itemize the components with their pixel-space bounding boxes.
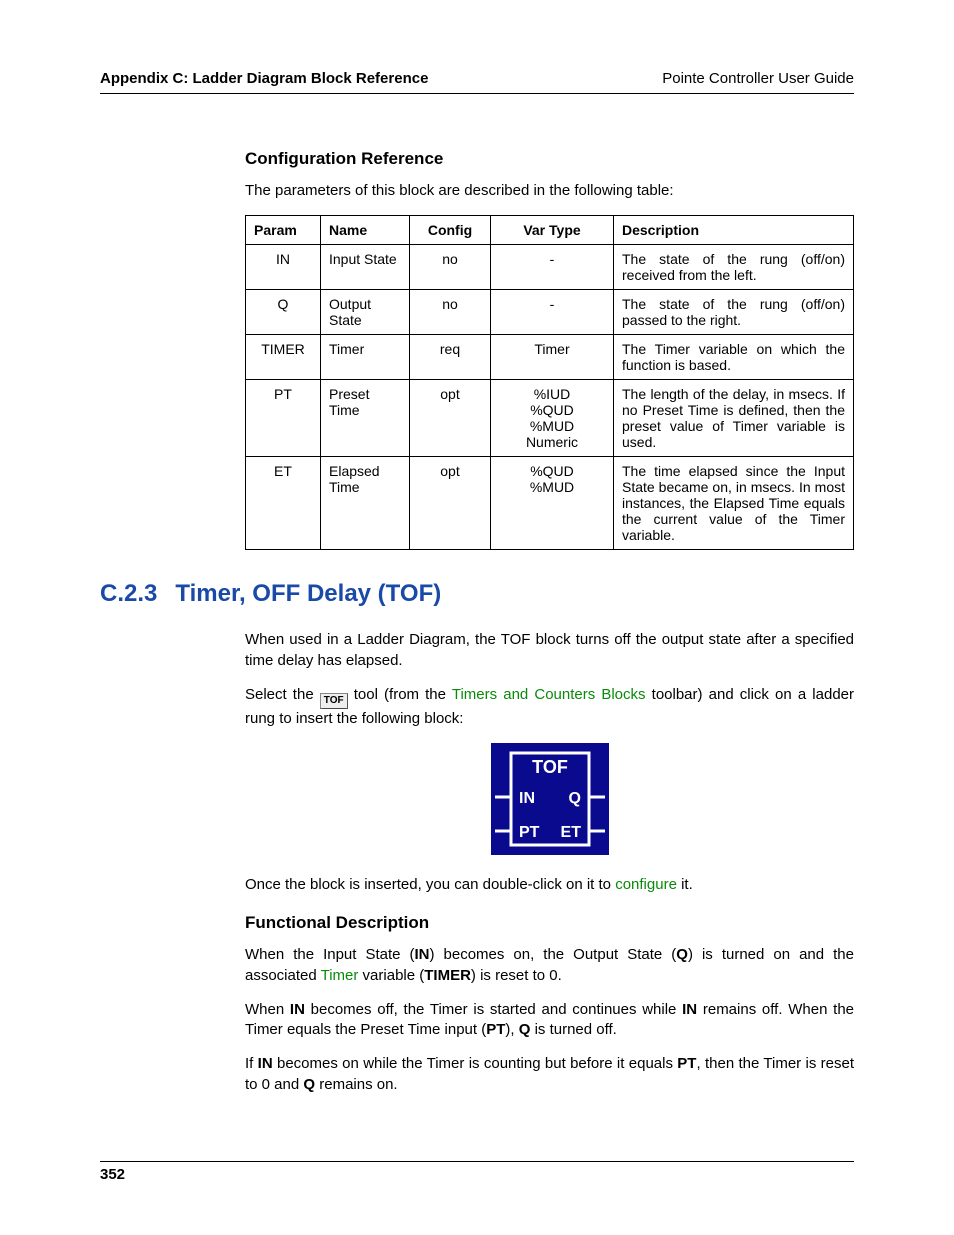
in-bold: IN	[682, 1001, 697, 1018]
text: ),	[505, 1021, 518, 1038]
timers-counters-link[interactable]: Timers and Counters Blocks	[452, 686, 646, 703]
pt-bold: PT	[677, 1055, 696, 1072]
table-cell: The Timer variable on which the function…	[614, 335, 854, 380]
text: ) is reset to 0.	[471, 967, 562, 984]
in-bold: IN	[258, 1055, 273, 1072]
table-row: ETElapsed Timeopt%QUD %MUDThe time elaps…	[246, 457, 854, 550]
table-cell: %QUD %MUD	[491, 457, 614, 550]
table-row: TIMERTimerreqTimerThe Timer variable on …	[246, 335, 854, 380]
text: If	[245, 1055, 258, 1072]
table-cell: Timer	[321, 335, 410, 380]
tof-tool-icon: TOF	[320, 693, 348, 709]
params-table: Param Name Config Var Type Description I…	[245, 215, 854, 550]
table-header-row: Param Name Config Var Type Description	[246, 216, 854, 245]
table-cell: IN	[246, 245, 321, 290]
table-cell: The time elapsed since the Input State b…	[614, 457, 854, 550]
text: When the Input State (	[245, 946, 415, 963]
q-bold: Q	[519, 1021, 531, 1038]
text: becomes off, the Timer is started and co…	[305, 1001, 682, 1018]
section-heading: C.2.3 Timer, OFF Delay (TOF)	[100, 580, 854, 608]
func-desc-p3: If IN becomes on while the Timer is coun…	[245, 1054, 854, 1095]
table-row: INInput Stateno-The state of the rung (o…	[246, 245, 854, 290]
table-cell: Q	[246, 290, 321, 335]
block-q-label: Q	[568, 790, 580, 807]
text: is turned off.	[530, 1021, 616, 1038]
table-cell: TIMER	[246, 335, 321, 380]
config-reference-heading: Configuration Reference	[245, 149, 854, 169]
page: Appendix C: Ladder Diagram Block Referen…	[0, 0, 954, 1235]
block-et-label: ET	[560, 824, 581, 841]
col-description: Description	[614, 216, 854, 245]
header-left: Appendix C: Ladder Diagram Block Referen…	[100, 70, 428, 87]
table-cell: Preset Time	[321, 380, 410, 457]
main-content: Configuration Reference The parameters o…	[245, 149, 854, 1095]
header-right: Pointe Controller User Guide	[662, 70, 854, 87]
in-bold: IN	[415, 946, 430, 963]
q-bold: Q	[676, 946, 688, 963]
col-name: Name	[321, 216, 410, 245]
block-title-text: TOF	[532, 757, 568, 777]
text: remains on.	[315, 1076, 398, 1093]
text: variable (	[358, 967, 424, 984]
after-block-paragraph: Once the block is inserted, you can doub…	[245, 875, 854, 895]
text: ) becomes on, the Output State (	[430, 946, 677, 963]
in-bold: IN	[290, 1001, 305, 1018]
running-header: Appendix C: Ladder Diagram Block Referen…	[100, 70, 854, 94]
section-title: Timer, OFF Delay (TOF)	[175, 580, 441, 608]
timer-link[interactable]: Timer	[321, 967, 359, 984]
table-cell: no	[410, 245, 491, 290]
text: Select the	[245, 686, 320, 703]
table-row: PTPreset Timeopt%IUD %QUD %MUD NumericTh…	[246, 380, 854, 457]
table-cell: Elapsed Time	[321, 457, 410, 550]
functional-description-heading: Functional Description	[245, 913, 854, 933]
config-reference-intro: The parameters of this block are describ…	[245, 181, 854, 201]
tof-block-figure: TOF IN Q PT ET	[491, 743, 609, 855]
text: becomes on while the Timer is counting b…	[273, 1055, 678, 1072]
configure-link[interactable]: configure	[615, 876, 677, 893]
func-desc-p2: When IN becomes off, the Timer is starte…	[245, 1000, 854, 1041]
table-row: QOutput Stateno-The state of the rung (o…	[246, 290, 854, 335]
text: When	[245, 1001, 290, 1018]
section-number: C.2.3	[100, 580, 157, 608]
params-table-body: INInput Stateno-The state of the rung (o…	[246, 245, 854, 550]
section-intro: When used in a Ladder Diagram, the TOF b…	[245, 630, 854, 671]
table-cell: req	[410, 335, 491, 380]
table-cell: PT	[246, 380, 321, 457]
block-in-label: IN	[519, 790, 535, 807]
block-pt-label: PT	[519, 824, 540, 841]
table-cell: Timer	[491, 335, 614, 380]
col-vartype: Var Type	[491, 216, 614, 245]
q-bold: Q	[303, 1076, 315, 1093]
timer-bold: TIMER	[424, 967, 471, 984]
page-number: 352	[100, 1166, 125, 1183]
table-cell: -	[491, 290, 614, 335]
select-tool-paragraph: Select the TOF tool (from the Timers and…	[245, 685, 854, 729]
col-config: Config	[410, 216, 491, 245]
table-cell: opt	[410, 457, 491, 550]
table-cell: no	[410, 290, 491, 335]
text: Once the block is inserted, you can doub…	[245, 876, 615, 893]
table-cell: -	[491, 245, 614, 290]
page-footer: 352	[100, 1161, 854, 1183]
table-cell: The state of the rung (off/on) received …	[614, 245, 854, 290]
text: tool (from the	[354, 686, 452, 703]
table-cell: Output State	[321, 290, 410, 335]
table-cell: The length of the delay, in msecs. If no…	[614, 380, 854, 457]
table-cell: ET	[246, 457, 321, 550]
func-desc-p1: When the Input State (IN) becomes on, th…	[245, 945, 854, 986]
col-param: Param	[246, 216, 321, 245]
pt-bold: PT	[486, 1021, 505, 1038]
table-cell: The state of the rung (off/on) passed to…	[614, 290, 854, 335]
text: it.	[681, 876, 693, 893]
table-cell: opt	[410, 380, 491, 457]
table-cell: Input State	[321, 245, 410, 290]
table-cell: %IUD %QUD %MUD Numeric	[491, 380, 614, 457]
